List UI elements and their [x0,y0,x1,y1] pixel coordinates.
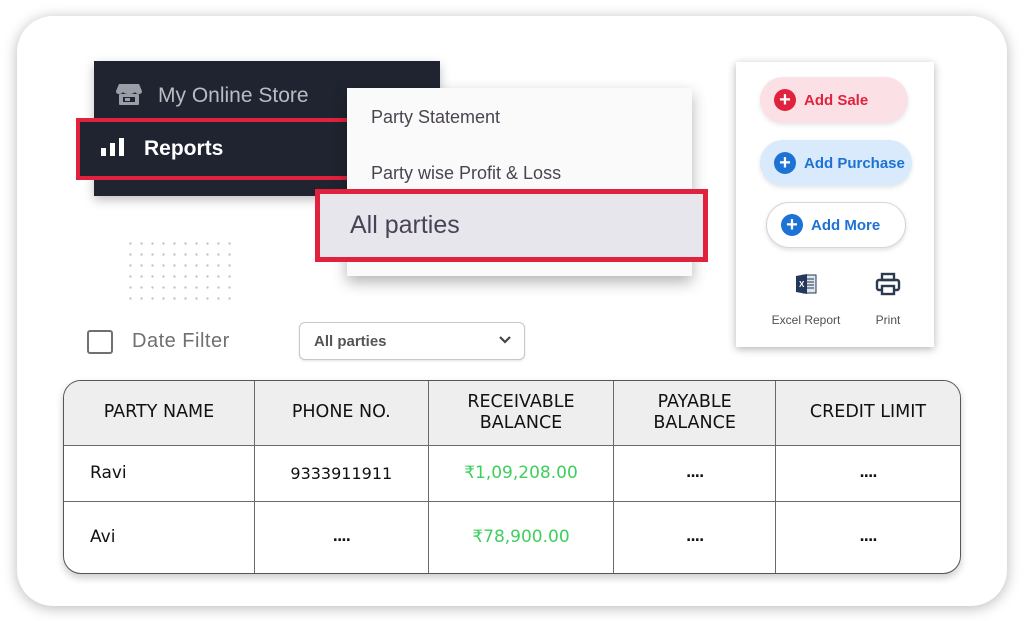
party-filter-value: All parties [314,332,387,350]
cell-phone: 9333911911 [253,444,429,502]
svg-text:X: X [799,280,805,289]
column-header-payable[interactable]: PAYABLE BALANCE [613,381,776,446]
cell-payable: .... [613,500,776,573]
table-row[interactable]: Avi .... ₹78,900.00 .... .... [64,500,960,573]
cell-payable: .... [613,444,776,502]
column-header-phone[interactable]: PHONE NO. [253,381,429,446]
dot-pattern-decoration [125,238,235,300]
cell-receivable: ₹1,09,208.00 [427,444,615,502]
add-more-button[interactable]: + Add More [766,202,906,248]
sidebar-item-my-online-store[interactable]: My Online Store [116,80,309,112]
cell-credit-limit: .... [774,500,960,573]
column-header-party-name[interactable]: PARTY NAME [64,381,255,446]
submenu-item-all-parties[interactable]: All parties [315,189,708,262]
sidebar-item-reports[interactable]: Reports [76,118,374,180]
party-filter-select[interactable]: All parties [299,322,525,360]
cell-receivable: ₹78,900.00 [427,500,615,573]
cell-party-name: Avi [64,500,255,573]
excel-report-button[interactable]: X Excel Report [768,272,844,327]
plus-circle-icon: + [774,152,796,174]
sidebar-item-label: My Online Store [158,84,309,107]
table-row[interactable]: Ravi 9333911911 ₹1,09,208.00 .... .... [64,444,960,502]
excel-icon: X [794,272,818,301]
cell-party-name: Ravi [64,444,255,502]
actions-panel: + Add Sale + Add Purchase + Add More X E… [736,62,934,347]
parties-table: PARTY NAME PHONE NO. RECEIVABLE BALANCE … [63,380,961,574]
column-header-credit-limit[interactable]: CREDIT LIMIT [774,381,960,446]
bar-chart-icon [100,137,126,162]
print-label: Print [875,313,901,327]
plus-circle-icon: + [774,89,796,111]
add-purchase-label: Add Purchase [804,154,905,172]
cell-credit-limit: .... [774,444,960,502]
sidebar-item-label: Reports [144,137,224,160]
cell-phone: .... [253,500,429,573]
print-button[interactable]: Print [866,272,910,327]
excel-report-label: Excel Report [771,313,841,327]
add-sale-button[interactable]: + Add Sale [760,77,908,123]
submenu-item-party-statement[interactable]: Party Statement [371,107,500,128]
add-purchase-button[interactable]: + Add Purchase [760,140,912,186]
chevron-down-icon [498,332,512,350]
add-sale-label: Add Sale [804,91,869,109]
store-icon [116,82,142,111]
table-header-row: PARTY NAME PHONE NO. RECEIVABLE BALANCE … [64,381,960,446]
plus-circle-icon: + [781,214,803,236]
add-more-label: Add More [811,216,881,234]
date-filter-label: Date Filter [132,330,230,352]
printer-icon [875,272,901,301]
date-filter-checkbox[interactable] [87,330,113,354]
submenu-item-party-profit-loss[interactable]: Party wise Profit & Loss [371,163,561,184]
column-header-receivable[interactable]: RECEIVABLE BALANCE [427,381,615,446]
